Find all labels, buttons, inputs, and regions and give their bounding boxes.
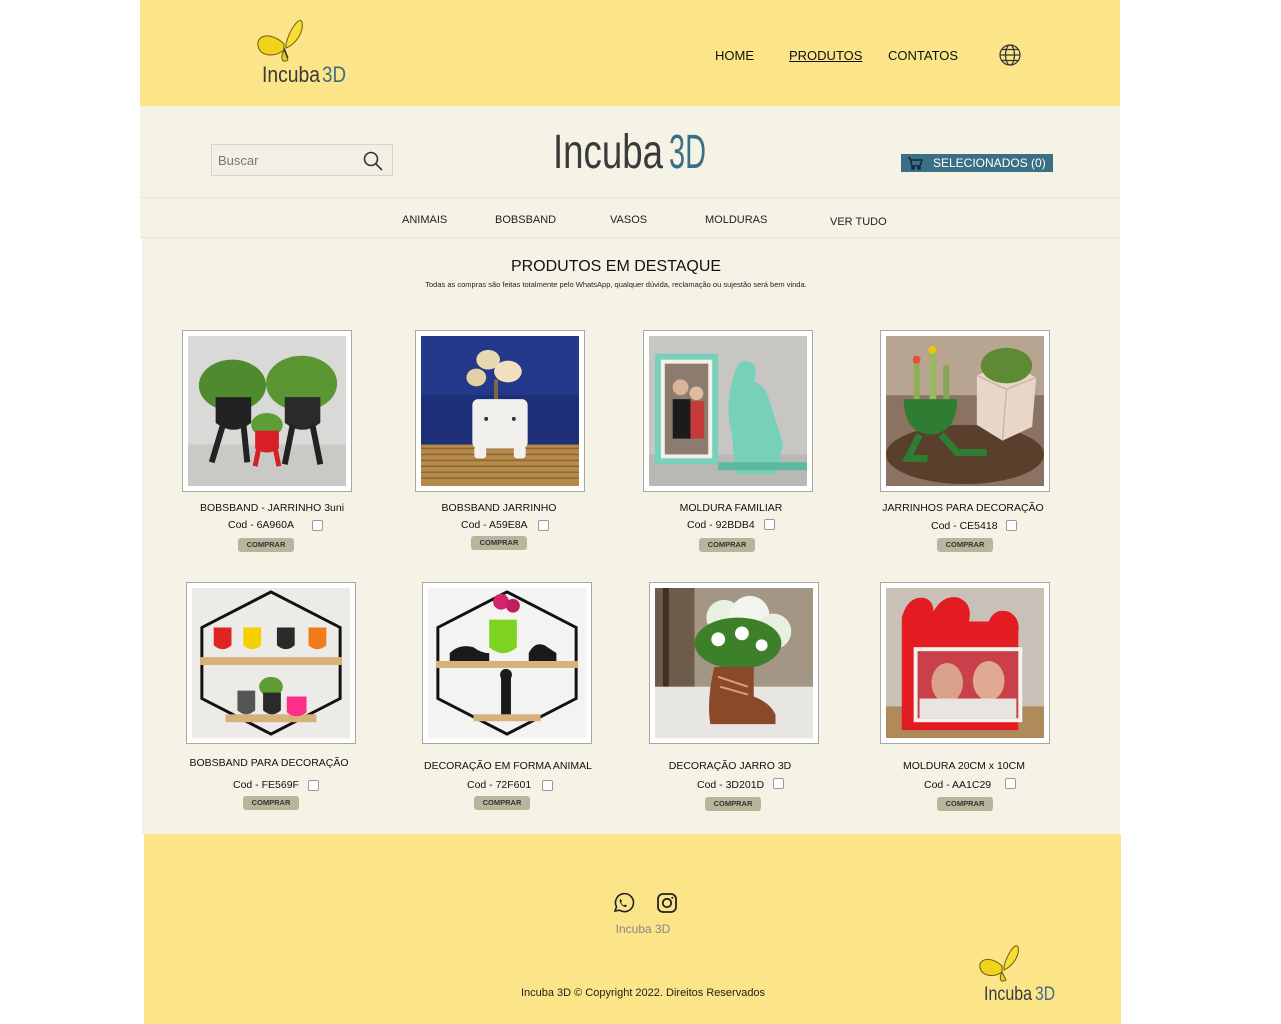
category-animais[interactable]: ANIMAIS [402, 214, 447, 226]
butterfly-icon [979, 945, 1019, 982]
product-select-checkbox-2[interactable] [538, 520, 549, 531]
butterfly-icon [257, 20, 303, 62]
nav-home[interactable]: HOME [715, 48, 754, 63]
product-name-5: BOBSBAND PARA DECORAÇÃO [189, 757, 349, 769]
category-ver-tudo[interactable]: VER TUDO [830, 216, 887, 228]
search-input[interactable] [212, 145, 358, 175]
cart-label: SELECIONADOS (0) [933, 156, 1046, 170]
product-name-2: BOBSBAND JARRINHO [441, 502, 557, 514]
product-name-1: BOBSBAND - JARRINHO 3uni [199, 502, 345, 514]
products-section: PRODUTOS EM DESTAQUE Todas as compras sã… [142, 238, 1120, 834]
footer-logo[interactable]: Incuba 3D [978, 940, 1060, 1005]
product-name-7: DECORAÇÃO JARRO 3D [668, 760, 792, 772]
svg-text:Incuba: Incuba [984, 984, 1032, 1004]
buy-button-1[interactable]: COMPRAR [238, 538, 294, 552]
product-image-8[interactable] [880, 582, 1050, 744]
product-code-2: Cod - A59E8A [461, 519, 528, 531]
svg-text:3D: 3D [322, 62, 346, 86]
product-code-7: Cod - 3D201D [697, 779, 765, 791]
buy-button-8[interactable]: COMPRAR [937, 797, 993, 811]
svg-text:3D: 3D [669, 126, 706, 176]
product-select-checkbox-3[interactable] [764, 519, 775, 530]
product-select-checkbox-4[interactable] [1006, 520, 1017, 531]
product-image-2[interactable] [415, 330, 585, 492]
product-name-6: DECORAÇÃO EM FORMA ANIMAL [423, 760, 593, 772]
category-molduras[interactable]: MOLDURAS [705, 214, 767, 226]
section-title: PRODUTOS EM DESTAQUE [510, 258, 722, 275]
product-select-checkbox-5[interactable] [308, 780, 319, 791]
buy-button-3[interactable]: COMPRAR [699, 538, 755, 552]
product-select-checkbox-1[interactable] [312, 520, 323, 531]
whatsapp-icon[interactable] [611, 891, 635, 915]
product-image-1[interactable] [182, 330, 352, 492]
product-name-8: MOLDURA 20CM x 10CM [903, 760, 1025, 772]
cart-button[interactable]: SELECIONADOS (0) [901, 154, 1053, 172]
product-select-checkbox-6[interactable] [542, 780, 553, 791]
footer: Incuba 3D Incuba 3D © Copyright 2022. Di… [144, 834, 1121, 1024]
search-icon[interactable] [362, 150, 384, 172]
product-code-4: Cod - CE5418 [931, 520, 998, 532]
category-vasos[interactable]: VASOS [610, 214, 647, 226]
product-image-4[interactable] [880, 330, 1050, 492]
product-code-8: Cod - AA1C29 [924, 779, 992, 791]
product-code-1: Cod - 6A960A [228, 519, 294, 531]
page: Incuba 3D HOME PRODUTOS CONTATOS Buscar … [140, 0, 1121, 1024]
product-name-4: JARRINHOS PARA DECORAÇÃO [882, 502, 1044, 514]
product-image-5[interactable] [186, 582, 356, 744]
product-name-3: MOLDURA FAMILIAR [679, 502, 783, 514]
svg-text:Incuba: Incuba [262, 62, 321, 86]
language-globe-icon[interactable] [998, 43, 1022, 67]
buy-button-7[interactable]: COMPRAR [705, 797, 761, 811]
nav-produtos[interactable]: PRODUTOS [789, 48, 862, 63]
top-header: Incuba 3D HOME PRODUTOS CONTATOS [140, 0, 1120, 106]
header-logo[interactable]: Incuba 3D [254, 14, 354, 87]
product-select-checkbox-8[interactable] [1005, 778, 1016, 789]
buy-button-5[interactable]: COMPRAR [243, 796, 299, 810]
product-image-7[interactable] [649, 582, 819, 744]
section-subtitle: Todas as compras são feitas totalmente p… [425, 280, 807, 289]
product-image-3[interactable] [643, 330, 813, 492]
product-select-checkbox-7[interactable] [773, 778, 784, 789]
search-box [211, 144, 393, 176]
category-menu: ANIMAIS BOBSBAND VASOS MOLDURAS VER TUDO [140, 198, 1120, 238]
category-bobsband[interactable]: BOBSBAND [495, 214, 556, 226]
footer-brand-name: Incuba 3D [615, 922, 671, 936]
svg-text:Incuba: Incuba [553, 126, 663, 176]
search-band: Incuba 3D SELECIONADOS (0) [140, 106, 1120, 198]
nav-contatos[interactable]: CONTATOS [888, 48, 958, 63]
cart-icon [908, 157, 923, 170]
svg-text:3D: 3D [1035, 984, 1055, 1004]
product-code-3: Cod - 92BDB4 [687, 519, 755, 531]
buy-button-6[interactable]: COMPRAR [474, 796, 530, 810]
product-code-5: Cod - FE569F [233, 779, 299, 791]
instagram-icon[interactable] [655, 891, 679, 915]
buy-button-4[interactable]: COMPRAR [937, 538, 993, 552]
product-code-6: Cod - 72F601 [467, 779, 532, 791]
product-image-6[interactable] [422, 582, 592, 744]
center-logo[interactable]: Incuba 3D [553, 116, 708, 179]
buy-button-2[interactable]: COMPRAR [471, 536, 527, 550]
